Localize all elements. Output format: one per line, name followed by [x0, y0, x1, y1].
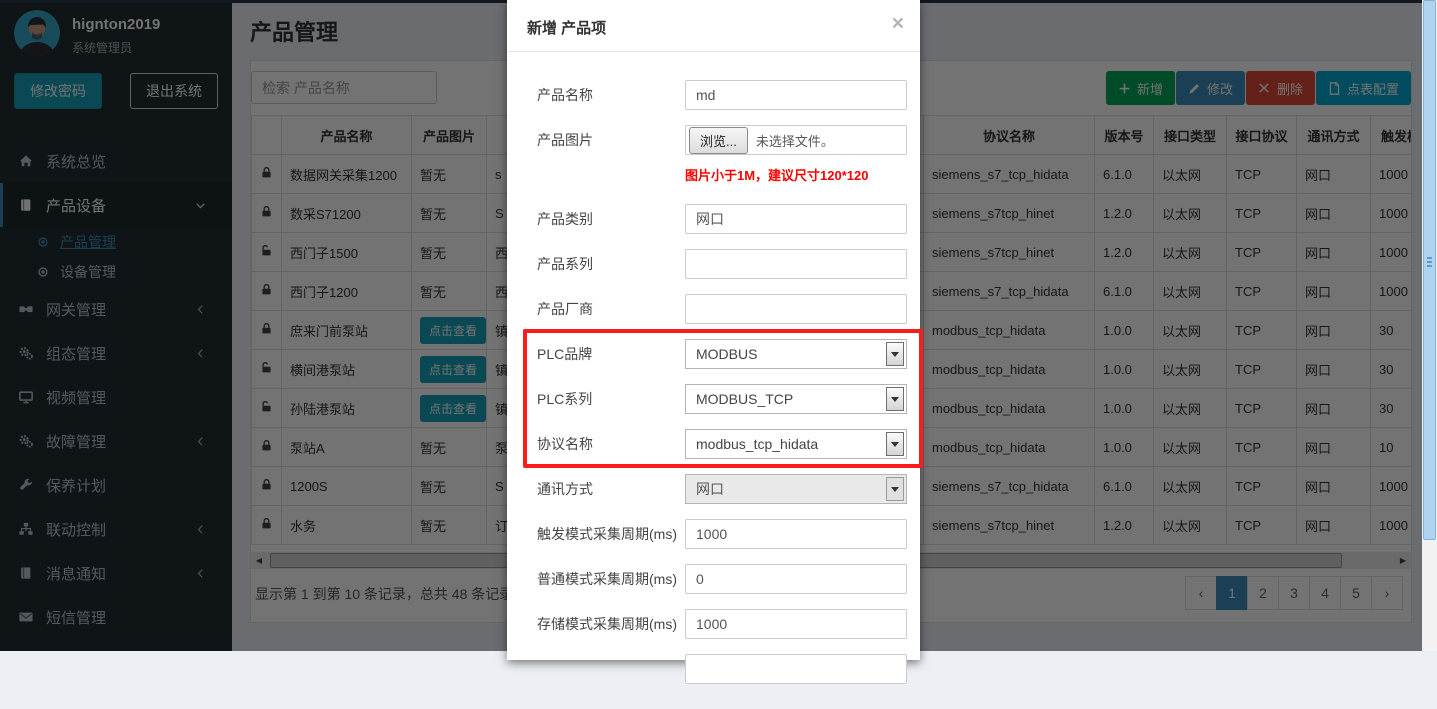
comm-mode-select: 网口: [685, 474, 907, 504]
product-name-field-row: 产品名称: [537, 80, 907, 110]
product-vendor-field-row: 产品厂商: [537, 294, 907, 324]
field-label: 协议名称: [537, 429, 685, 459]
product-series-field[interactable]: [685, 249, 907, 279]
scrollbar-grip-icon: [1427, 257, 1432, 267]
plc-brand-select-row: PLC品牌 MODBUS: [537, 339, 907, 369]
field-label: 产品厂商: [537, 294, 685, 324]
field-label: 触发模式采集周期(ms): [537, 519, 685, 549]
product-category-field-row: 产品类别: [537, 204, 907, 234]
file-status-text: 未选择文件。: [756, 131, 834, 150]
extra-field[interactable]: [685, 654, 907, 684]
field-label: 通讯方式: [537, 474, 685, 504]
selected-value: modbus_tcp_hidata: [696, 436, 818, 452]
product-category-field[interactable]: [685, 204, 907, 234]
product-vendor-field[interactable]: [685, 294, 907, 324]
image-size-note: 图片小于1M，建议尺寸120*120: [685, 165, 907, 184]
vertical-scrollbar[interactable]: [1422, 0, 1437, 651]
normal-period-field-row: 普通模式采集周期(ms): [537, 564, 907, 594]
product-image-field-row: 产品图片浏览... 未选择文件。图片小于1M，建议尺寸120*120: [537, 125, 907, 186]
plc-series-select[interactable]: MODBUS_TCP: [685, 384, 907, 414]
comm-mode-select-row: 通讯方式网口: [537, 474, 907, 504]
field-label: 产品名称: [537, 80, 685, 110]
trigger-period-field-row: 触发模式采集周期(ms): [537, 519, 907, 549]
dropdown-arrow-icon: [886, 477, 904, 501]
field-label: 普通模式采集周期(ms): [537, 564, 685, 594]
storage-period-field-row: 存储模式采集周期(ms): [537, 609, 907, 639]
selected-value: MODBUS: [696, 346, 757, 362]
protocol-name-select[interactable]: modbus_tcp_hidata: [685, 429, 907, 459]
product-image-field[interactable]: 浏览... 未选择文件。: [685, 125, 907, 155]
plc-series-select-row: PLC系列 MODBUS_TCP: [537, 384, 907, 414]
product-name-field[interactable]: [685, 80, 907, 110]
close-icon[interactable]: ×: [892, 13, 904, 34]
storage-period-field[interactable]: [685, 609, 907, 639]
selected-value: MODBUS_TCP: [696, 391, 793, 407]
product-series-field-row: 产品系列: [537, 249, 907, 279]
dropdown-arrow-icon[interactable]: [886, 387, 904, 411]
dropdown-arrow-icon[interactable]: [886, 342, 904, 366]
browse-button[interactable]: 浏览...: [689, 127, 748, 154]
field-label: 存储模式采集周期(ms): [537, 609, 685, 639]
modal-body: 产品名称产品图片浏览... 未选择文件。图片小于1M，建议尺寸120*120 产品类…: [507, 52, 920, 709]
field-label: 产品类别: [537, 204, 685, 234]
protocol-name-select-row: 协议名称 modbus_tcp_hidata: [537, 429, 907, 459]
dropdown-arrow-icon[interactable]: [886, 432, 904, 456]
field-label: 产品图片: [537, 125, 685, 186]
field-label: 产品系列: [537, 249, 685, 279]
trigger-period-field[interactable]: [685, 519, 907, 549]
plc-brand-select[interactable]: MODBUS: [685, 339, 907, 369]
add-product-modal: 新增 产品项 × 产品名称产品图片浏览... 未选择文件。图片小于1M，建议尺寸1…: [507, 0, 920, 660]
selected-value: 网口: [696, 481, 724, 497]
field-label: PLC品牌: [537, 339, 685, 369]
field-label: [537, 654, 685, 684]
field-label: PLC系列: [537, 384, 685, 414]
normal-period-field[interactable]: [685, 564, 907, 594]
modal-title: 新增 产品项: [527, 20, 606, 37]
extra-field-row: [537, 654, 907, 684]
vertical-scrollbar-thumb[interactable]: [1423, 0, 1436, 540]
